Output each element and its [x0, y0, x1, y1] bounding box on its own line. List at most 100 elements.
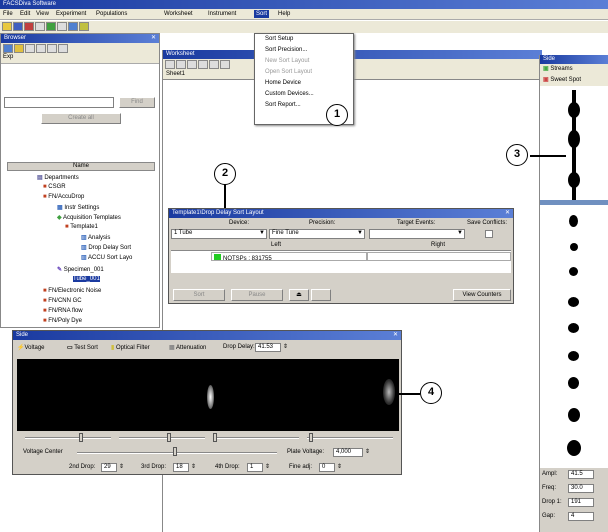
close-icon[interactable]: ✕ [393, 331, 398, 340]
tree-item[interactable]: ■ FN/RNA flow [43, 308, 83, 314]
worksheet-icon[interactable] [46, 22, 56, 31]
voltage-toggle[interactable]: ⚡Voltage [17, 344, 45, 351]
zoom-icon[interactable] [220, 60, 230, 69]
histogram-icon[interactable] [176, 60, 186, 69]
polygon-gate-icon[interactable] [198, 60, 208, 69]
menu-help[interactable]: Help [278, 11, 290, 17]
menu-item-sort-precision[interactable]: Sort Precision... [255, 45, 353, 56]
right-cell[interactable] [367, 252, 511, 261]
menu-edit[interactable]: Edit [20, 11, 30, 17]
menu-item-custom-devices[interactable]: Custom Devices... [255, 89, 353, 100]
sort-icon[interactable] [79, 22, 89, 31]
drop-delay-field[interactable]: 41.53 [255, 343, 281, 352]
slider-1[interactable] [79, 433, 83, 442]
column-header[interactable]: Name [7, 162, 155, 171]
voltage-center-knob[interactable] [173, 447, 177, 456]
target-events-select[interactable]: ▼ [369, 229, 465, 239]
menu-worksheet[interactable]: Worksheet [164, 11, 193, 17]
menu-experiment[interactable]: Experiment [56, 11, 86, 17]
slider-2[interactable] [167, 433, 171, 442]
menu-instrument[interactable]: Instrument [208, 11, 236, 17]
inspector-icon[interactable] [35, 22, 45, 31]
search-input[interactable] [4, 97, 114, 108]
tree-item[interactable]: ▦ Instr Settings [57, 204, 99, 211]
new-tube-icon[interactable] [36, 44, 46, 53]
copy-icon[interactable] [58, 44, 68, 53]
drop1-field[interactable]: 191 [568, 498, 594, 507]
new-experiment-icon[interactable] [14, 44, 24, 53]
find-button[interactable]: Find [119, 97, 155, 108]
spinner-icon[interactable]: ⇕ [119, 463, 124, 470]
voltage-center-slider[interactable] [77, 452, 277, 454]
tree-item[interactable]: ✎ Specimen_001 [57, 266, 104, 273]
side-stream-title: Side [543, 56, 556, 62]
device-select[interactable]: 1 Tube ▼ [171, 229, 267, 239]
precision-select[interactable]: Fine Tune ▼ [269, 229, 365, 239]
streams-toggle[interactable]: ▣ Streams [540, 64, 608, 75]
gap-field[interactable]: 4 [568, 512, 594, 521]
menu-populations[interactable]: Populations [96, 11, 127, 17]
open-icon[interactable] [2, 22, 12, 31]
rectangle-gate-icon[interactable] [209, 60, 219, 69]
pause-button[interactable]: Pause [231, 289, 283, 301]
close-icon[interactable]: ✕ [151, 34, 156, 43]
menu-view[interactable]: View [36, 11, 49, 17]
slider-4[interactable] [309, 433, 313, 442]
drop4-field[interactable]: 1 [247, 463, 263, 472]
tree-item[interactable]: ■ FN/AccuDrop [43, 194, 84, 200]
eject-icon[interactable]: ⏏ [289, 289, 309, 301]
menu-file[interactable]: File [3, 11, 13, 17]
layout-icon[interactable] [57, 22, 67, 31]
tree-item[interactable]: ◆ Acquisition Templates [57, 214, 121, 221]
browser-tab[interactable]: Exp [1, 54, 159, 64]
plate-voltage-field[interactable]: 4,000 [333, 448, 363, 457]
save-conflicts-checkbox[interactable] [485, 230, 493, 238]
sweet-spot-toggle[interactable]: ▣ Sweet Spot [540, 75, 608, 86]
droplet [568, 297, 579, 307]
view-counters-button[interactable]: View Counters [453, 289, 511, 301]
menu-item-sort-setup[interactable]: Sort Setup [255, 34, 353, 45]
worksheet-title: Worksheet [166, 51, 195, 57]
menu-sort[interactable]: Sort [254, 10, 270, 18]
browser-icon[interactable] [13, 22, 23, 31]
delete-icon[interactable] [47, 44, 57, 53]
left-cell[interactable]: NOTSPs : 831755 [211, 252, 367, 262]
spinner-icon[interactable]: ⇕ [265, 463, 270, 470]
menu-item-home-device[interactable]: Home Device [255, 78, 353, 89]
spinner-icon[interactable]: ⇕ [365, 448, 370, 455]
slider-3[interactable] [213, 433, 217, 442]
template-icon: ◆ [57, 215, 62, 221]
stats-icon[interactable] [68, 22, 78, 31]
close-icon[interactable]: ✕ [505, 209, 510, 218]
optical-filter-toggle[interactable]: ▮ Optical Filter [111, 344, 150, 351]
tree-item-selected[interactable]: Tube_001 [73, 276, 100, 282]
gate-icon[interactable] [187, 60, 197, 69]
tree-item[interactable]: ▤ Departments [37, 174, 79, 181]
spinner-icon[interactable]: ⇕ [191, 463, 196, 470]
create-button[interactable]: Create all [41, 113, 121, 124]
counters-icon[interactable] [311, 289, 331, 301]
fine-adj-field[interactable]: 0 [319, 463, 335, 472]
freq-field[interactable]: 30.0 [568, 484, 594, 493]
new-specimen-icon[interactable] [25, 44, 35, 53]
drop3-field[interactable]: 18 [173, 463, 189, 472]
tree-item[interactable]: ■ CSGR [43, 184, 66, 190]
ampl-field[interactable]: 41.5 [568, 470, 594, 479]
tree-item[interactable]: ▥ ACCU Sort Layo [81, 254, 132, 261]
tree-item[interactable]: ▥ Analysis [81, 234, 110, 241]
tree-item[interactable]: ■ Template1 [65, 224, 98, 230]
plot-icon[interactable] [165, 60, 175, 69]
target-events-label: Target Events: [397, 220, 436, 226]
test-sort-toggle[interactable]: ▭ Test Sort [67, 344, 98, 351]
tree-item[interactable]: ▥ Drop Delay Sort [81, 244, 131, 251]
tree-item[interactable]: ■ FN/Electronic Noise [43, 288, 101, 294]
tree-item[interactable]: ■ FN/CNN GC [43, 298, 82, 304]
spinner-icon[interactable]: ⇕ [337, 463, 342, 470]
cytometer-icon[interactable] [24, 22, 34, 31]
sort-button[interactable]: Sort [173, 289, 225, 301]
new-folder-icon[interactable] [3, 44, 13, 53]
drop2-field[interactable]: 29 [101, 463, 117, 472]
tree-item[interactable]: ■ FN/Poly Dye [43, 318, 82, 324]
spinner-icon[interactable]: ⇕ [283, 343, 288, 350]
attenuation-toggle[interactable]: ▦ Attenuation [169, 344, 206, 351]
